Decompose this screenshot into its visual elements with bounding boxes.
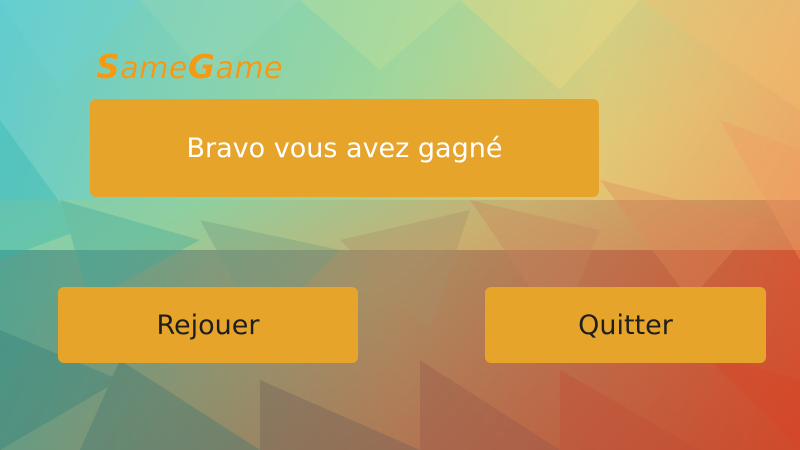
logo-text-ame-1: ame — [120, 51, 188, 86]
logo-text-ame-2: ame — [215, 51, 284, 86]
samegame-logo: SameGame — [96, 50, 283, 84]
quit-button[interactable]: Quitter — [485, 287, 766, 363]
quit-button-label: Quitter — [578, 309, 673, 341]
replay-button[interactable]: Rejouer — [58, 287, 358, 363]
logo-letter-g: G — [187, 47, 216, 86]
win-message-text: Bravo vous avez gagné — [186, 132, 503, 164]
replay-button-label: Rejouer — [156, 309, 260, 341]
win-message-panel: Bravo vous avez gagné — [90, 99, 599, 197]
logo-letter-s: S — [96, 47, 121, 86]
